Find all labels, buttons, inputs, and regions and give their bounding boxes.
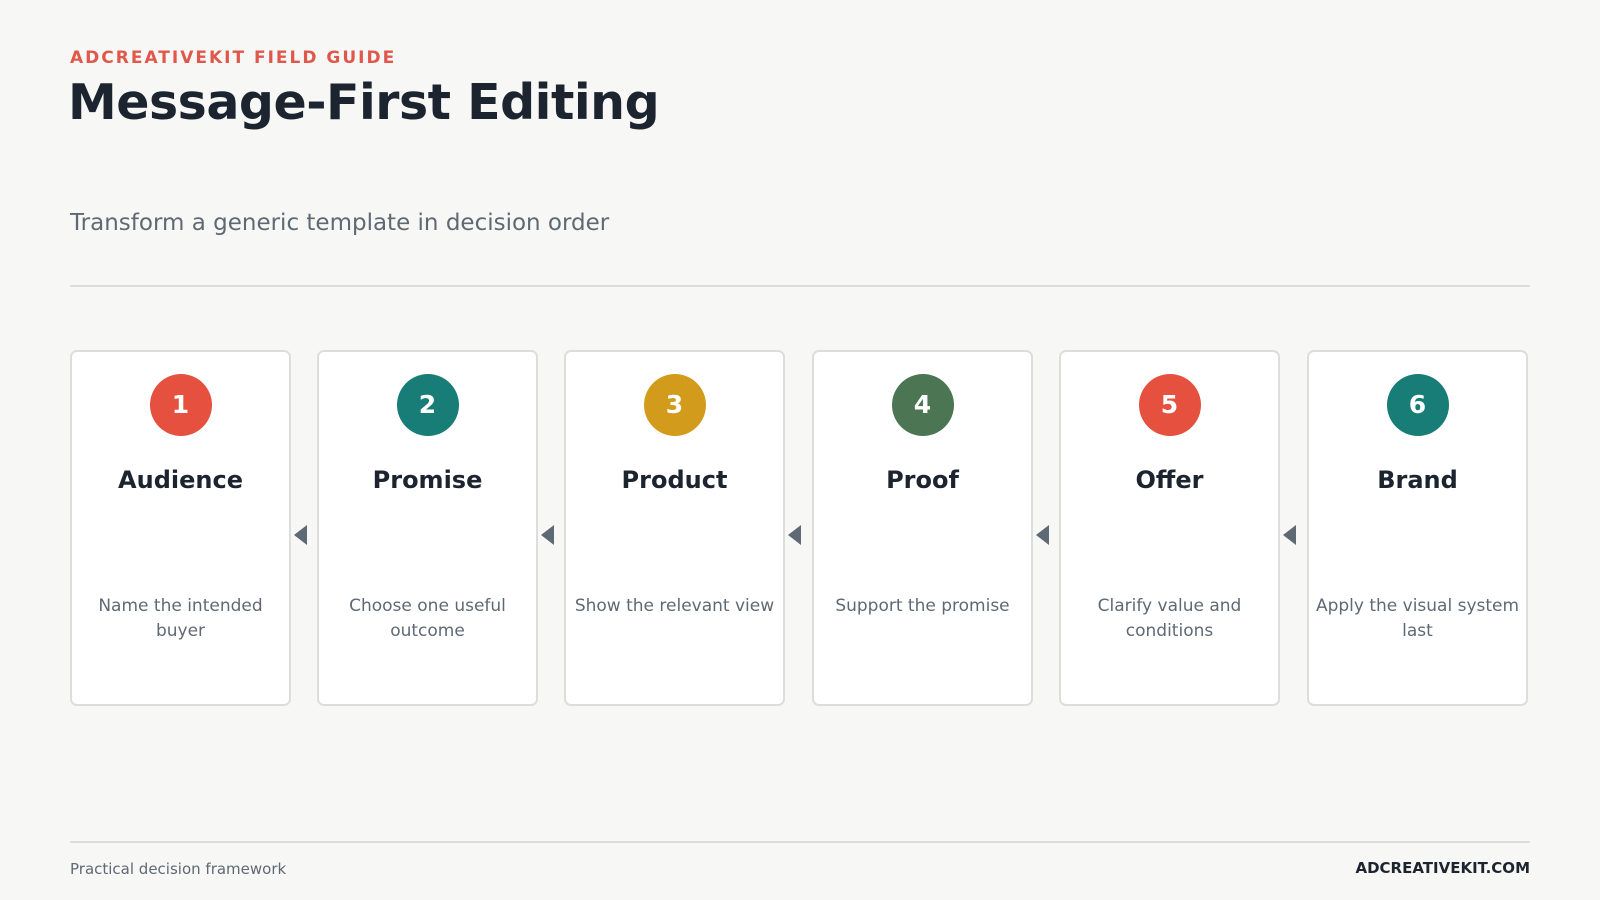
footer-tagline: Practical decision framework bbox=[70, 860, 287, 878]
step-diagram: 1 Audience Name the intended buyer 2 Pro… bbox=[70, 350, 1530, 710]
page-title: Message-First Editing bbox=[68, 74, 660, 131]
step-card-1: 1 Audience Name the intended buyer bbox=[70, 350, 291, 706]
step-number-badge: 5 bbox=[1138, 374, 1201, 436]
step-title: Proof bbox=[886, 466, 959, 494]
step-number-badge: 3 bbox=[643, 374, 706, 436]
step-title: Brand bbox=[1377, 466, 1458, 494]
step-description: Support the promise bbox=[835, 596, 1010, 616]
triangle-left-icon bbox=[788, 525, 801, 545]
step-card-6: 6 Brand Apply the visual system last bbox=[1307, 350, 1528, 706]
footer-brand-link[interactable]: ADCREATIVEKIT.COM bbox=[1355, 859, 1530, 877]
step-number-badge: 4 bbox=[891, 374, 954, 436]
triangle-left-icon bbox=[1283, 525, 1296, 545]
step-title: Audience bbox=[118, 466, 243, 494]
step-number-badge: 1 bbox=[149, 374, 212, 436]
step-title: Offer bbox=[1135, 466, 1204, 494]
top-divider bbox=[70, 285, 1530, 287]
step-description: Choose one useful outcome bbox=[349, 596, 506, 641]
step-number-badge: 2 bbox=[396, 374, 459, 436]
step-card-5: 5 Offer Clarify value and conditions bbox=[1059, 350, 1280, 706]
bottom-divider bbox=[70, 841, 1530, 843]
step-description: Clarify value and conditions bbox=[1097, 596, 1242, 641]
step-card-2: 2 Promise Choose one useful outcome bbox=[317, 350, 538, 706]
triangle-left-icon bbox=[541, 525, 554, 545]
page-subtitle: Transform a generic template in decision… bbox=[70, 210, 610, 236]
step-title: Promise bbox=[372, 466, 483, 494]
step-number-badge: 6 bbox=[1386, 374, 1449, 436]
step-card-3: 3 Product Show the relevant view bbox=[564, 350, 785, 706]
triangle-left-icon bbox=[294, 525, 307, 545]
step-card-4: 4 Proof Support the promise bbox=[812, 350, 1033, 706]
step-title: Product bbox=[621, 466, 728, 494]
step-description: Name the intended buyer bbox=[98, 596, 263, 641]
step-description: Apply the visual system last bbox=[1315, 596, 1520, 641]
triangle-left-icon bbox=[1036, 525, 1049, 545]
step-description: Show the relevant view bbox=[574, 596, 775, 616]
eyebrow-label: ADCREATIVEKIT FIELD GUIDE bbox=[70, 48, 397, 68]
